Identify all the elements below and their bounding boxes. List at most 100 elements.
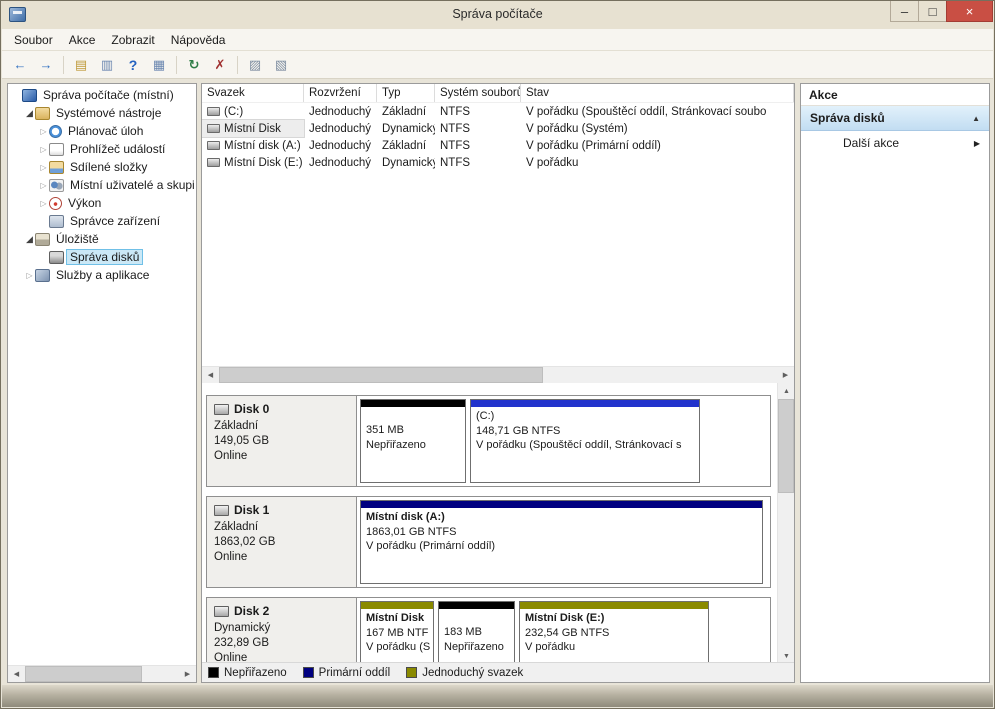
disk-icon	[214, 606, 229, 617]
show-action-pane-icon[interactable]: ▥	[95, 54, 119, 76]
scroll-left-icon[interactable]: ◀	[8, 666, 25, 682]
scroll-right-icon[interactable]: ▶	[777, 367, 794, 383]
tree-horizontal-scrollbar[interactable]: ◀ ▶	[8, 665, 196, 682]
local-users-groups-icon	[49, 179, 64, 192]
volume-row[interactable]: Místní Disk (E:) Jednoduchý Dynamický NT…	[202, 154, 794, 171]
tree-item-system-tools[interactable]: ◢ Systémové nástroje	[8, 104, 196, 122]
legend-color-swatch	[303, 667, 314, 678]
tree-item-services-applications[interactable]: ▷ Služby a aplikace	[8, 266, 196, 284]
tree-item-performance[interactable]: ▷ Výkon	[8, 194, 196, 212]
legend-item: Jednoduchý svazek	[406, 667, 523, 679]
scrollbar-thumb[interactable]	[778, 399, 794, 493]
volume-row[interactable]: Místní Disk Jednoduchý Dynamický NTFS V …	[202, 120, 794, 137]
volume-icon	[207, 158, 220, 167]
shared-folders-icon	[49, 161, 64, 174]
title-bar: Správa počítače – □ ×	[1, 1, 994, 29]
back-icon[interactable]: ←	[8, 54, 32, 76]
partition-a[interactable]: Místní disk (A:) 1863,01 GB NTFS V pořád…	[360, 500, 763, 584]
toolbar-separator	[63, 56, 64, 74]
column-header-rozvrzeni[interactable]: Rozvržení	[304, 84, 377, 102]
column-header-stav[interactable]: Stav	[521, 84, 794, 102]
actions-group-disk-management[interactable]: Správa disků ▲	[801, 106, 989, 131]
partition-unallocated[interactable]: 183 MB Nepřiřazeno	[438, 601, 515, 664]
partition-unallocated[interactable]: 351 MB Nepřiřazeno	[360, 399, 466, 483]
expand-arrow-icon[interactable]: ▷	[38, 145, 49, 154]
partition-color-strip	[471, 400, 699, 407]
minimize-button[interactable]: –	[890, 1, 919, 22]
disk-size: 232,89 GB	[214, 636, 349, 651]
help-icon[interactable]: ?	[121, 54, 145, 76]
disk-status: Online	[214, 550, 349, 565]
legend-item: Nepřiřazeno	[208, 667, 287, 679]
expand-arrow-icon[interactable]: ▷	[38, 127, 49, 136]
properties-icon[interactable]: ▦	[147, 54, 171, 76]
legend-color-swatch	[208, 667, 219, 678]
disk-icon	[214, 404, 229, 415]
delete-volume-icon[interactable]: ✗	[208, 54, 232, 76]
disk-2-info[interactable]: Disk 2 Dynamický 232,89 GB Online	[207, 598, 357, 664]
column-header-system-souboru[interactable]: Systém souborů	[435, 84, 521, 102]
disk-size: 1863,02 GB	[214, 535, 349, 550]
disk-management-panel: Svazek Rozvržení Typ Systém souborů Stav…	[201, 83, 795, 683]
window-bottom-frame	[2, 685, 993, 707]
performance-icon	[49, 197, 62, 210]
tree-item-task-scheduler[interactable]: ▷ Plánovač úloh	[8, 122, 196, 140]
partition-mistni-disk[interactable]: Místní Disk 167 MB NTF V pořádku (S	[360, 601, 434, 664]
partition-color-strip	[439, 602, 514, 609]
disk-icon	[214, 505, 229, 516]
forward-icon[interactable]: →	[34, 54, 58, 76]
menu-napoveda[interactable]: Nápověda	[163, 31, 234, 49]
menu-akce[interactable]: Akce	[61, 31, 104, 49]
collapse-arrow-icon[interactable]: ◢	[24, 234, 35, 245]
partition-c[interactable]: (C:) 148,71 GB NTFS V pořádku (Spouštěcí…	[470, 399, 700, 483]
maximize-button[interactable]: □	[918, 1, 947, 22]
expand-arrow-icon[interactable]: ▷	[38, 199, 49, 208]
tree-item-shared-folders[interactable]: ▷ Sdílené složky	[8, 158, 196, 176]
tree-item-computer-management[interactable]: Správa počítače (místní)	[8, 86, 196, 104]
tree-item-event-viewer[interactable]: ▷ Prohlížeč událostí	[8, 140, 196, 158]
legend-color-swatch	[406, 667, 417, 678]
services-applications-icon	[35, 269, 50, 282]
disk-0-info[interactable]: Disk 0 Základní 149,05 GB Online	[207, 396, 357, 486]
more-actions[interactable]: Další akce ▶	[801, 131, 989, 155]
tree-item-disk-management[interactable]: Správa disků	[8, 248, 196, 266]
scrollbar-thumb[interactable]	[25, 666, 142, 682]
scroll-left-icon[interactable]: ◀	[202, 367, 219, 383]
collapse-arrow-icon[interactable]: ◢	[24, 108, 35, 119]
volume-row[interactable]: Místní disk (A:) Jednoduchý Základní NTF…	[202, 137, 794, 154]
tree-item-local-users[interactable]: ▷ Místní uživatelé a skupi	[8, 176, 196, 194]
column-header-typ[interactable]: Typ	[377, 84, 435, 102]
tree-item-storage[interactable]: ◢ Úložiště	[8, 230, 196, 248]
expand-arrow-icon[interactable]: ▷	[38, 181, 49, 190]
expand-arrow-icon[interactable]: ▷	[24, 271, 35, 280]
menu-soubor[interactable]: Soubor	[6, 31, 61, 49]
more-actions-arrow-icon[interactable]: ▶	[974, 139, 980, 148]
scrollbar-thumb[interactable]	[219, 367, 543, 383]
close-button[interactable]: ×	[946, 1, 993, 22]
actions-panel: Akce Správa disků ▲ Další akce ▶	[800, 83, 990, 683]
volume-list-horizontal-scrollbar[interactable]: ◀ ▶	[202, 366, 794, 383]
disk-row-2: Disk 2 Dynamický 232,89 GB Online Místní…	[206, 597, 771, 664]
volume-row[interactable]: (C:) Jednoduchý Základní NTFS V pořádku …	[202, 103, 794, 120]
show-console-tree-icon[interactable]: ▤	[69, 54, 93, 76]
disk-1-info[interactable]: Disk 1 Základní 1863,02 GB Online	[207, 497, 357, 587]
disk-status: Online	[214, 449, 349, 464]
refresh-icon[interactable]: ↻	[182, 54, 206, 76]
storage-icon	[35, 233, 50, 246]
partition-e[interactable]: Místní Disk (E:) 232,54 GB NTFS V pořádk…	[519, 601, 709, 664]
menu-zobrazit[interactable]: Zobrazit	[103, 31, 162, 49]
tree-item-device-manager[interactable]: Správce zařízení	[8, 212, 196, 230]
device-manager-icon	[49, 215, 64, 228]
disk-type: Základní	[214, 520, 349, 535]
export-list-icon[interactable]: ▧	[269, 54, 293, 76]
disk-rows: Disk 0 Základní 149,05 GB Online 351 MB …	[202, 383, 777, 664]
scroll-up-icon[interactable]: ▲	[778, 383, 794, 399]
graphical-view-vertical-scrollbar[interactable]: ▲ ▼	[777, 383, 794, 664]
column-header-svazek[interactable]: Svazek	[202, 84, 304, 102]
collapse-chevron-icon[interactable]: ▲	[972, 114, 980, 123]
partition-color-strip	[361, 602, 433, 609]
attributes-icon[interactable]: ▨	[243, 54, 267, 76]
event-viewer-icon	[49, 143, 64, 156]
expand-arrow-icon[interactable]: ▷	[38, 163, 49, 172]
scroll-right-icon[interactable]: ▶	[179, 666, 196, 682]
